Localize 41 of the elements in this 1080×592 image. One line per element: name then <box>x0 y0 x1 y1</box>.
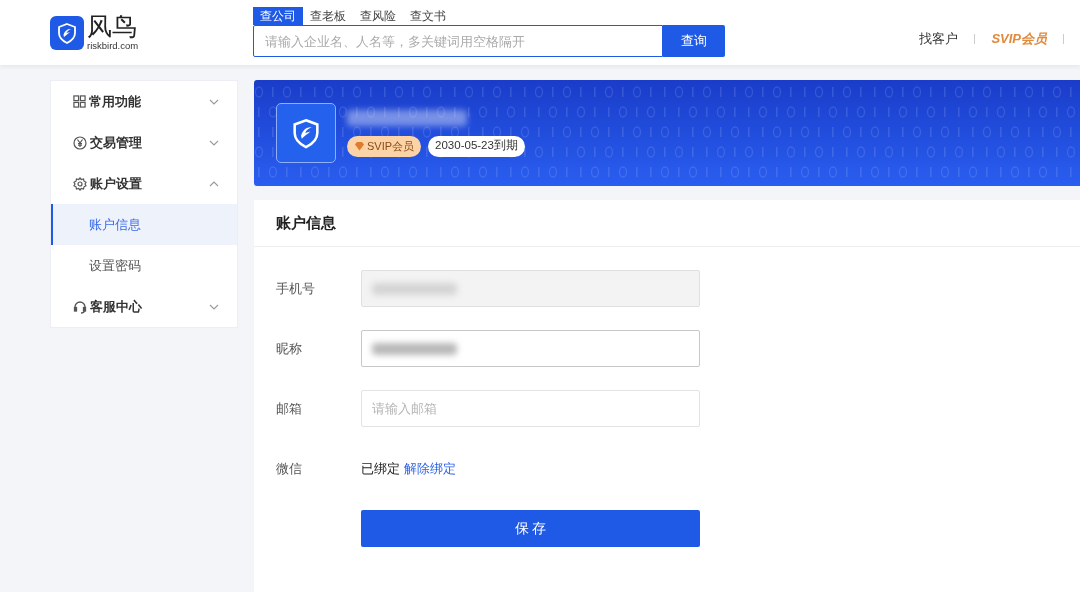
caret-icon <box>209 98 219 105</box>
input-field[interactable]: 请输入邮箱 <box>361 390 700 427</box>
menu-label: 客服中心 <box>90 297 142 316</box>
submenu-item[interactable]: 账户信息 <box>51 204 237 245</box>
menu-item[interactable]: 账户设置 <box>51 163 237 204</box>
caret-icon <box>209 139 219 146</box>
search-tab[interactable]: 查公司 <box>253 7 303 25</box>
menu-label: 常用功能 <box>89 92 141 111</box>
unbind-link[interactable]: 解除绑定 <box>404 458 456 479</box>
menu-item[interactable]: 常用功能 <box>51 81 237 122</box>
nav-link[interactable]: 找客户 <box>919 28 959 49</box>
logo-icon <box>50 15 84 50</box>
save-button[interactable]: 保 存 <box>361 510 700 547</box>
search-tab[interactable]: 查老板 <box>303 7 353 25</box>
headset-icon <box>73 299 87 314</box>
field-label: 昵称 <box>276 339 303 358</box>
settings-icon <box>73 176 87 191</box>
logo-text: 风鸟 <box>87 14 138 41</box>
binding-status: 已绑定 <box>361 459 400 478</box>
section-title: 账户信息 <box>276 212 336 233</box>
expiry-badge: 2030-05-23到期 <box>428 135 525 157</box>
search-field[interactable]: 请输入企业名、人名等，多关键词用空格隔开 <box>253 25 663 57</box>
menu-label: 账户设置 <box>90 174 142 193</box>
search-button[interactable]: 查询 <box>663 25 725 57</box>
input-field[interactable] <box>361 330 700 367</box>
field-label: 微信 <box>276 459 303 478</box>
diamond-icon <box>354 141 365 151</box>
grid-icon <box>73 95 86 108</box>
menu-item[interactable]: 交易管理 <box>51 122 237 163</box>
menu-label: 交易管理 <box>90 133 142 152</box>
caret-icon <box>209 180 219 187</box>
field-label: 手机号 <box>276 279 316 298</box>
search-tab[interactable]: 查风险 <box>353 7 403 25</box>
menu-item[interactable]: 客服中心 <box>51 286 237 327</box>
caret-icon <box>209 303 219 310</box>
submenu-item[interactable]: 设置密码 <box>51 245 237 286</box>
search-tab[interactable]: 查文书 <box>403 7 453 25</box>
logo-domain: riskbird.com <box>87 41 139 51</box>
field-label: 邮箱 <box>276 399 303 418</box>
vip-badge: SVIP会员 <box>347 135 422 157</box>
yen-icon <box>73 135 87 150</box>
